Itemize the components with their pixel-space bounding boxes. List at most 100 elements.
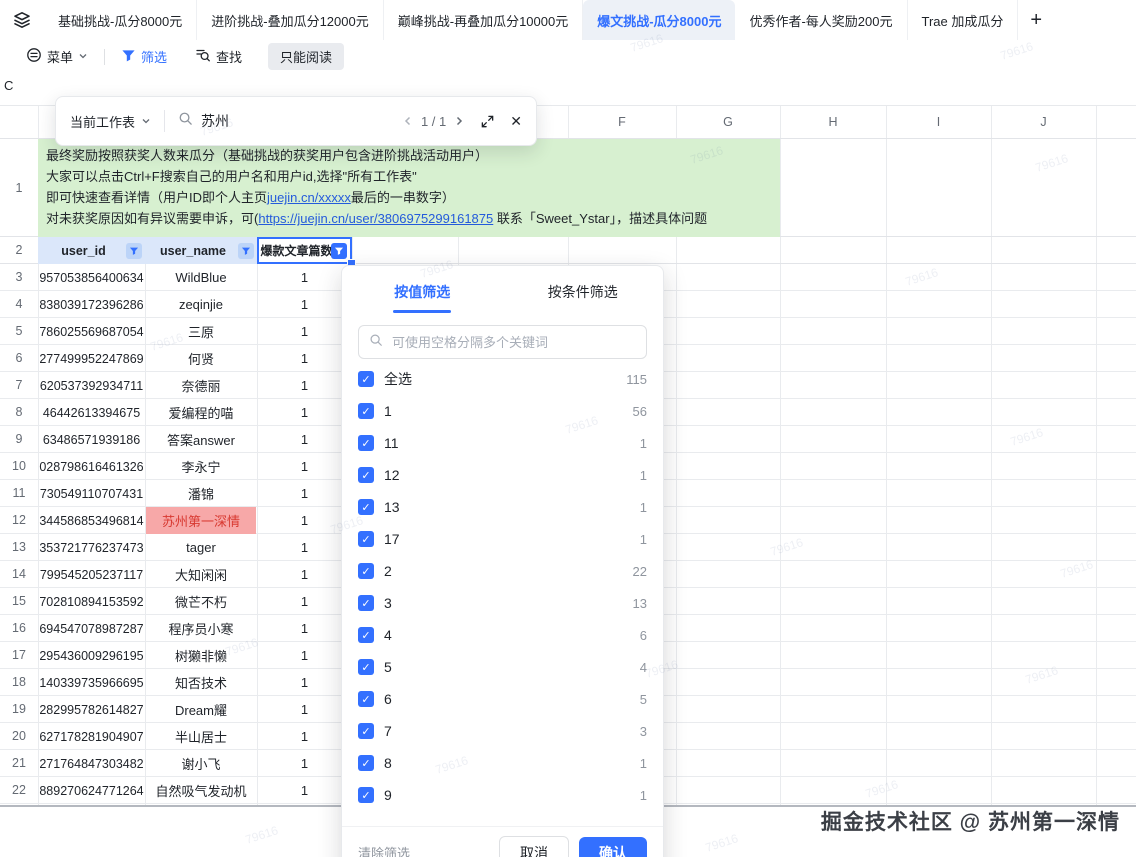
cell-article-count[interactable]: 1: [257, 642, 352, 669]
cell-article-count[interactable]: 1: [257, 723, 352, 750]
sheet-tab[interactable]: 巅峰挑战-再叠加瓜分10000元: [384, 0, 583, 40]
cell-user-id[interactable]: 344586853496814: [38, 507, 145, 534]
cell-user-name[interactable]: 自然吸气发动机: [146, 777, 256, 804]
header-cell-user-name[interactable]: user_name: [145, 237, 257, 264]
sheet-tab[interactable]: 基础挑战-瓜分8000元: [44, 0, 197, 40]
row-header-4[interactable]: 4: [0, 291, 38, 318]
filter-value-row[interactable]: ✓54: [342, 651, 663, 683]
cell-user-name[interactable]: 知否技术: [146, 669, 256, 696]
cell-article-count[interactable]: 1: [257, 264, 352, 291]
checkbox-checked-icon[interactable]: ✓: [358, 659, 374, 675]
cell-article-count[interactable]: 1: [257, 372, 352, 399]
row-header-18[interactable]: 18: [0, 669, 38, 696]
cell-article-count[interactable]: 1: [257, 399, 352, 426]
row-header-21[interactable]: 21: [0, 750, 38, 777]
cell-user-name[interactable]: 苏州第一深情: [146, 507, 256, 534]
row-header-14[interactable]: 14: [0, 561, 38, 588]
row-header-3[interactable]: 3: [0, 264, 38, 291]
sheet-tab[interactable]: 爆文挑战-瓜分8000元: [583, 0, 735, 40]
filter-value-row[interactable]: ✓131: [342, 491, 663, 523]
row-header-2[interactable]: 2: [0, 237, 38, 264]
filter-value-row[interactable]: ✓81: [342, 747, 663, 779]
checkbox-checked-icon[interactable]: ✓: [358, 691, 374, 707]
cell-user-id[interactable]: 730549110707431: [38, 480, 145, 507]
filter-value-row[interactable]: ✓156: [342, 395, 663, 427]
filter-tab[interactable]: 按值筛选: [342, 266, 503, 313]
cell-user-id[interactable]: 627178281904907: [38, 723, 145, 750]
cell-user-name[interactable]: 微芒不朽: [146, 588, 256, 615]
filter-value-row[interactable]: ✓171: [342, 523, 663, 555]
cell-user-name[interactable]: 谢小飞: [146, 750, 256, 777]
filter-icon[interactable]: [126, 243, 142, 259]
cell-user-id[interactable]: 028798616461326: [38, 453, 145, 480]
cell-user-name[interactable]: 大知闲闲: [146, 561, 256, 588]
cell-user-name[interactable]: zeqinjie: [146, 291, 256, 318]
next-match-button[interactable]: [453, 115, 465, 127]
cell-user-name[interactable]: 李永宁: [146, 453, 256, 480]
row-header-22[interactable]: 22: [0, 777, 38, 804]
previous-match-button[interactable]: [402, 115, 414, 127]
checkbox-checked-icon[interactable]: ✓: [358, 371, 374, 387]
cell-article-count[interactable]: 1: [257, 426, 352, 453]
sheet-tab[interactable]: 进阶挑战-叠加瓜分12000元: [197, 0, 383, 40]
filter-icon-active[interactable]: [331, 243, 347, 259]
cell-user-name[interactable]: 何贤: [146, 345, 256, 372]
column-header-G[interactable]: G: [676, 106, 780, 139]
header-cell-article-count[interactable]: 爆款文章篇数: [257, 237, 352, 264]
filter-icon[interactable]: [238, 243, 254, 259]
checkbox-checked-icon[interactable]: ✓: [358, 499, 374, 515]
cell-user-name[interactable]: 树獭非懒: [146, 642, 256, 669]
filter-value-row[interactable]: ✓73: [342, 715, 663, 747]
cell-user-id[interactable]: 889270624771264: [38, 777, 145, 804]
cell-user-id[interactable]: 786025569687054: [38, 318, 145, 345]
cell-user-name[interactable]: 奈德丽: [146, 372, 256, 399]
filter-value-row[interactable]: ✓121: [342, 459, 663, 491]
row-header-1[interactable]: 1: [0, 139, 38, 237]
cancel-button[interactable]: 取消: [499, 836, 569, 857]
cell-article-count[interactable]: 1: [257, 777, 352, 804]
cell-article-count[interactable]: 1: [257, 480, 352, 507]
cell-user-name[interactable]: 答案answer: [146, 426, 256, 453]
filter-value-row[interactable]: ✓222: [342, 555, 663, 587]
row-header-17[interactable]: 17: [0, 642, 38, 669]
checkbox-checked-icon[interactable]: ✓: [358, 467, 374, 483]
cell-article-count[interactable]: 1: [257, 750, 352, 777]
column-header-J[interactable]: J: [991, 106, 1096, 139]
cell-user-id[interactable]: 46442613394675: [38, 399, 145, 426]
cell-article-count[interactable]: 1: [257, 669, 352, 696]
cell-user-name[interactable]: 半山居士: [146, 723, 256, 750]
notice-link[interactable]: juejin.cn/xxxxx: [267, 190, 351, 205]
filter-value-row[interactable]: ✓313: [342, 587, 663, 619]
filter-value-row[interactable]: ✓46: [342, 619, 663, 651]
checkbox-checked-icon[interactable]: ✓: [358, 627, 374, 643]
checkbox-checked-icon[interactable]: ✓: [358, 435, 374, 451]
cell-user-id[interactable]: 694547078987287: [38, 615, 145, 642]
column-header-F[interactable]: F: [568, 106, 676, 139]
filter-value-row[interactable]: ✓111: [342, 427, 663, 459]
row-header-6[interactable]: 6: [0, 345, 38, 372]
cell-user-name[interactable]: 程序员小寒: [146, 615, 256, 642]
search-query-input[interactable]: 苏州: [201, 111, 229, 131]
row-header-19[interactable]: 19: [0, 696, 38, 723]
cell-user-id[interactable]: 620537392934711: [38, 372, 145, 399]
cell-user-id[interactable]: 702810894153592: [38, 588, 145, 615]
cell-user-id[interactable]: 282995782614827: [38, 696, 145, 723]
name-box[interactable]: C: [4, 78, 13, 93]
checkbox-checked-icon[interactable]: ✓: [358, 563, 374, 579]
cell-article-count[interactable]: 1: [257, 318, 352, 345]
row-header-12[interactable]: 12: [0, 507, 38, 534]
row-header-7[interactable]: 7: [0, 372, 38, 399]
row-header-11[interactable]: 11: [0, 480, 38, 507]
checkbox-checked-icon[interactable]: ✓: [358, 755, 374, 771]
confirm-button[interactable]: 确认: [579, 837, 647, 857]
checkbox-checked-icon[interactable]: ✓: [358, 595, 374, 611]
row-header-16[interactable]: 16: [0, 615, 38, 642]
checkbox-checked-icon[interactable]: ✓: [358, 723, 374, 739]
notice-link[interactable]: https://juejin.cn/user/3806975299161875: [258, 211, 493, 226]
cell-article-count[interactable]: 1: [257, 696, 352, 723]
cell-user-id[interactable]: 799545205237117: [38, 561, 145, 588]
filter-search-input[interactable]: [390, 334, 636, 351]
add-sheet-button[interactable]: +: [1030, 10, 1042, 30]
cell-article-count[interactable]: 1: [257, 291, 352, 318]
checkbox-checked-icon[interactable]: ✓: [358, 531, 374, 547]
